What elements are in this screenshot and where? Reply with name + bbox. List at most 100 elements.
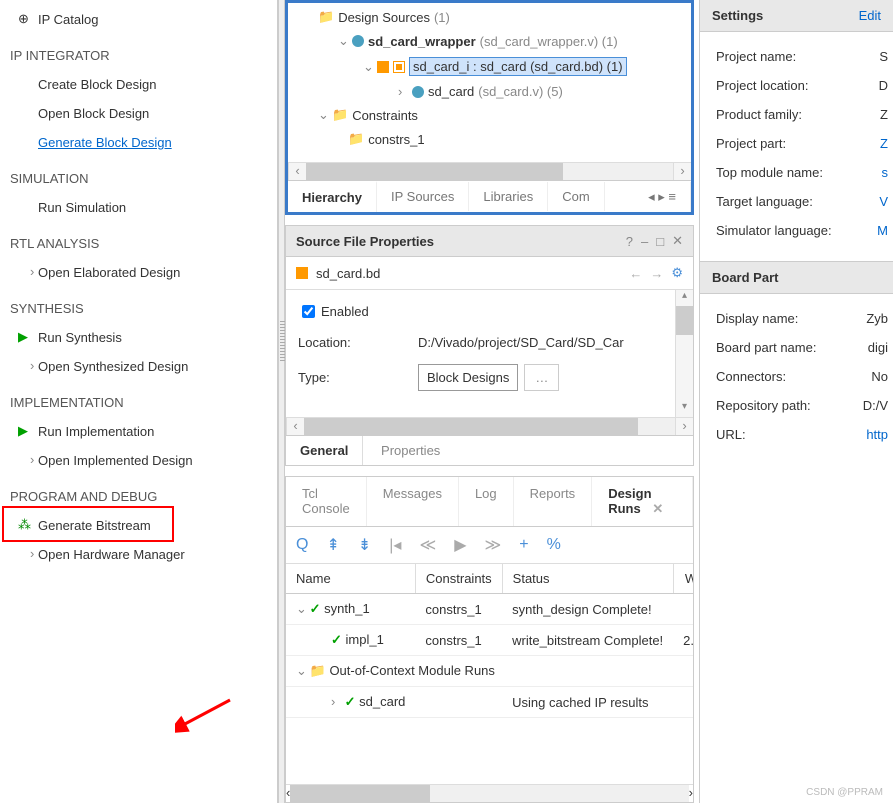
nav-run-synthesis[interactable]: ▶ Run Synthesis — [0, 323, 277, 352]
chevron-right-icon: › — [30, 546, 40, 561]
nav-run-simulation[interactable]: Run Simulation — [0, 193, 277, 222]
settings-body: Project name:S Project location:D Produc… — [700, 32, 893, 255]
col-wns[interactable]: WNS — [673, 564, 693, 594]
settings-label: Product family: — [716, 107, 880, 122]
table-row[interactable]: ✓ impl_1 constrs_1 write_bitstream Compl… — [286, 625, 693, 656]
h-scrollbar[interactable]: ‹ › — [286, 784, 693, 802]
chevron-down-icon[interactable]: ⌄ — [296, 601, 306, 617]
nav-open-hardware-manager[interactable]: › Open Hardware Manager — [0, 540, 277, 569]
scroll-up-icon[interactable]: ▴ — [676, 290, 693, 306]
tree-row[interactable]: ⌄ 📁 Constraints — [288, 103, 691, 127]
tab-ip-sources[interactable]: IP Sources — [377, 182, 469, 211]
tree-row[interactable]: 📁 Design Sources (1) — [288, 5, 691, 29]
help-icon[interactable]: ? — [626, 234, 633, 249]
tab-libraries[interactable]: Libraries — [469, 182, 548, 211]
close-icon[interactable]: ✕ — [652, 501, 663, 516]
col-name[interactable]: Name — [286, 564, 415, 594]
tree-row[interactable]: ⌄ sd_card_wrapper (sd_card_wrapper.v) (1… — [288, 29, 691, 53]
scroll-right-icon[interactable]: › — [675, 418, 693, 435]
settings-value[interactable]: s — [882, 165, 889, 180]
nav-generate-bitstream[interactable]: ⁂ Generate Bitstream — [0, 511, 277, 540]
add-icon[interactable]: + — [519, 536, 528, 554]
resize-handle[interactable] — [278, 0, 285, 803]
settings-value[interactable]: Z — [880, 136, 888, 151]
nav-open-elaborated-design[interactable]: › Open Elaborated Design — [0, 258, 277, 287]
tab-general[interactable]: General — [286, 436, 363, 465]
h-scrollbar[interactable]: ‹ › — [286, 417, 693, 435]
prev-icon[interactable]: ≪ — [419, 535, 436, 555]
settings-label: Project location: — [716, 78, 879, 93]
table-row[interactable]: ⌄ ✓ synth_1 constrs_1 synth_design Compl… — [286, 594, 693, 625]
search-icon[interactable]: Q — [296, 536, 308, 554]
tab-compile-order[interactable]: Com — [548, 182, 604, 211]
gear-icon[interactable]: ⚙ — [671, 265, 683, 281]
chevron-down-icon[interactable]: ⌄ — [363, 59, 373, 75]
chevron-right-icon[interactable]: › — [331, 694, 341, 709]
edit-link[interactable]: Edit — [859, 8, 881, 23]
browse-button[interactable]: … — [524, 364, 559, 391]
collapse-all-icon[interactable]: ⇞ — [326, 535, 339, 555]
close-icon[interactable]: ✕ — [672, 233, 683, 249]
nav-ip-catalog[interactable]: ⊕ IP Catalog — [0, 5, 277, 34]
tab-scroll-icon[interactable]: ◂ ▸ ≡ — [634, 182, 691, 212]
scroll-left-icon[interactable]: ‹ — [286, 418, 304, 435]
h-scrollbar[interactable]: ‹ › — [288, 162, 691, 180]
chevron-right-icon[interactable]: › — [398, 84, 408, 99]
chevron-down-icon[interactable]: ⌄ — [318, 107, 328, 123]
scroll-left-icon[interactable]: ‹ — [288, 163, 306, 180]
tab-log[interactable]: Log — [459, 477, 514, 526]
percent-icon[interactable]: % — [547, 536, 561, 554]
forward-icon[interactable]: → — [650, 266, 663, 281]
settings-value: D — [879, 78, 888, 93]
scroll-down-icon[interactable]: ▾ — [676, 401, 693, 417]
col-status[interactable]: Status — [502, 564, 673, 594]
tab-design-runs[interactable]: Design Runs ✕ — [592, 477, 693, 526]
chevron-down-icon[interactable]: ⌄ — [338, 33, 348, 49]
v-scrollbar[interactable]: ▴ ▾ — [675, 290, 693, 417]
expand-all-icon[interactable]: ⇟ — [358, 535, 371, 555]
tab-tcl-console[interactable]: Tcl Console — [286, 477, 367, 526]
col-constraints[interactable]: Constraints — [415, 564, 502, 594]
chevron-down-icon[interactable]: ⌄ — [296, 663, 306, 679]
enabled-label: Enabled — [321, 304, 369, 319]
nav-open-implemented-design[interactable]: › Open Implemented Design — [0, 446, 277, 475]
settings-row: Display name:Zyb — [716, 304, 888, 333]
first-icon[interactable]: |◂ — [389, 535, 401, 555]
location-row: Location: D:/Vivado/project/SD_Card/SD_C… — [298, 335, 663, 350]
sources-tree[interactable]: 📁 Design Sources (1) ⌄ sd_card_wrapper (… — [288, 3, 691, 162]
settings-value[interactable]: http — [866, 427, 888, 442]
settings-label: Connectors: — [716, 369, 871, 384]
tab-messages[interactable]: Messages — [367, 477, 459, 526]
tree-row-selected[interactable]: ⌄ sd_card_i : sd_card (sd_card.bd) (1) — [288, 53, 691, 80]
tree-label: sd_card_i : sd_card (sd_card.bd) (1) — [409, 57, 627, 76]
settings-row: Project location:D — [716, 71, 888, 100]
scroll-right-icon[interactable]: › — [673, 163, 691, 180]
properties-body: Enabled Location: D:/Vivado/project/SD_C… — [286, 290, 675, 417]
table-row[interactable]: › ✓ sd_card Using cached IP results — [286, 687, 693, 718]
type-select[interactable]: Block Designs — [418, 364, 518, 391]
minimize-icon[interactable]: – — [641, 234, 648, 249]
tree-row[interactable]: 📁 constrs_1 — [288, 127, 691, 151]
scroll-right-icon[interactable]: › — [689, 785, 693, 802]
tree-row[interactable]: › sd_card (sd_card.v) (5) — [288, 80, 691, 103]
nav-open-synthesized-design[interactable]: › Open Synthesized Design — [0, 352, 277, 381]
tab-reports[interactable]: Reports — [514, 477, 593, 526]
settings-value: V — [879, 194, 888, 209]
runs-table: Name Constraints Status WNS TNS WHS ⌄ ✓ … — [286, 564, 693, 718]
play-icon: ▶ — [18, 329, 28, 345]
maximize-icon[interactable]: □ — [656, 234, 664, 249]
tree-label: Constraints — [352, 108, 418, 123]
play-icon[interactable]: ▶ — [454, 535, 466, 555]
nav-open-block-design[interactable]: Open Block Design — [0, 99, 277, 128]
nav-run-implementation[interactable]: ▶ Run Implementation — [0, 417, 277, 446]
nav-create-block-design[interactable]: Create Block Design — [0, 70, 277, 99]
next-icon[interactable]: ≫ — [485, 535, 502, 555]
back-icon[interactable]: ← — [629, 266, 642, 281]
tab-hierarchy[interactable]: Hierarchy — [288, 181, 377, 212]
tab-properties[interactable]: Properties — [367, 436, 454, 465]
nav-label: Open Elaborated Design — [38, 265, 180, 280]
nav-generate-block-design[interactable]: Generate Block Design — [0, 128, 277, 157]
settings-row: Project name:S — [716, 42, 888, 71]
enabled-checkbox[interactable] — [302, 305, 315, 318]
table-row[interactable]: ⌄ 📁 Out-of-Context Module Runs — [286, 656, 693, 687]
